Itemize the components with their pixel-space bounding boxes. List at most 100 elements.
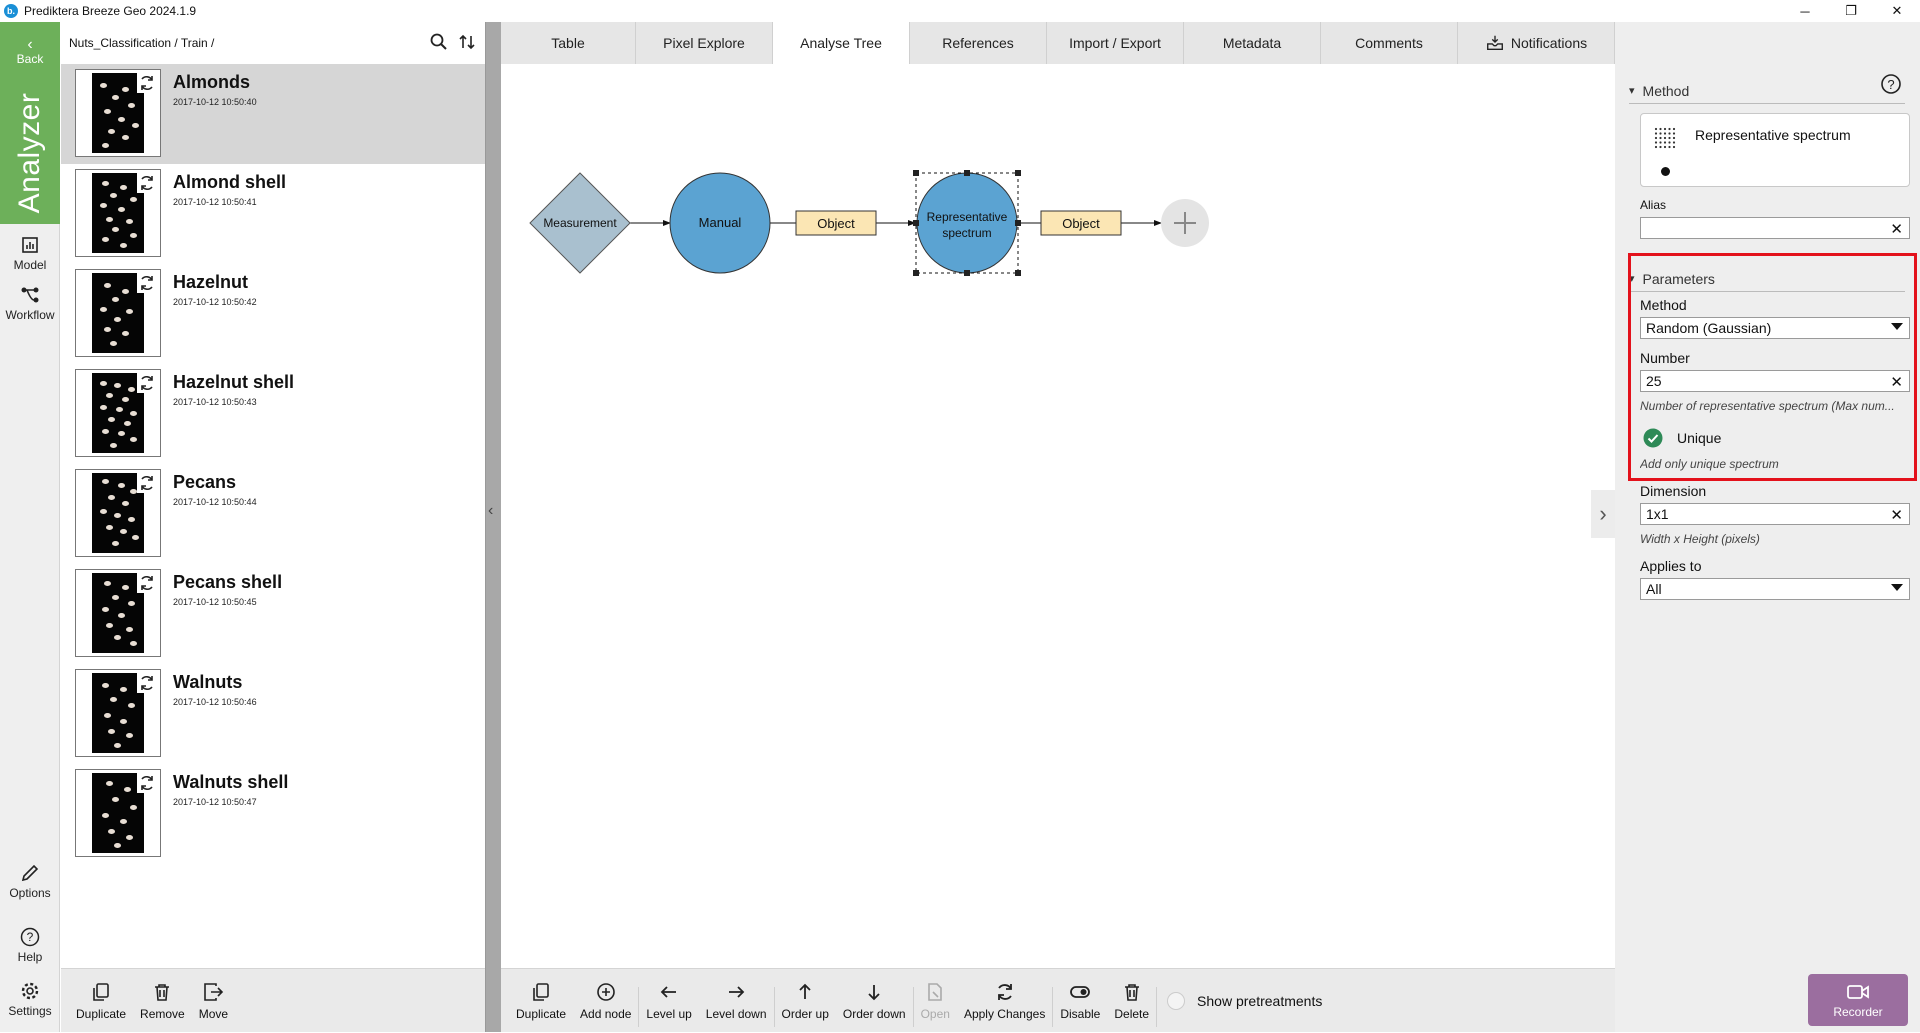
gear-icon [21, 982, 39, 1000]
recorder-button[interactable]: Recorder [1808, 974, 1908, 1026]
clear-icon[interactable]: ✕ [1890, 220, 1903, 238]
tab-label: Metadata [1222, 35, 1282, 51]
collapse-right-icon[interactable]: › [1591, 490, 1615, 538]
analyzer-tab[interactable]: Analyzer [0, 82, 60, 224]
back-label: Back [16, 52, 44, 66]
tree-toolbar: Duplicate Add node Level up Level down O… [501, 968, 1615, 1032]
rail-item-settings[interactable]: Settings [0, 980, 60, 1018]
rail-item-model[interactable]: Model [0, 234, 60, 272]
help-icon[interactable]: ? [1880, 73, 1902, 95]
order-down-button[interactable]: Order down [836, 969, 913, 1033]
sample-name: Pecans shell [173, 572, 283, 592]
method-section-header[interactable]: ▾ Method [1629, 78, 1905, 104]
sync-icon [137, 73, 157, 93]
open-button[interactable]: Open [914, 969, 957, 1033]
resize-handle[interactable] [1015, 220, 1021, 226]
resize-handle[interactable] [1015, 270, 1021, 276]
tab-table[interactable]: Table [501, 22, 636, 64]
tab-label: Notifications [1510, 35, 1588, 51]
object-node[interactable]: Object [1040, 210, 1122, 236]
delete-button[interactable]: Delete [1107, 969, 1156, 1033]
level-up-button[interactable]: Level up [639, 969, 698, 1033]
apply-changes-button[interactable]: Apply Changes [957, 969, 1052, 1033]
sample-duplicate-button[interactable]: Duplicate [69, 969, 133, 1033]
resize-handle[interactable] [1015, 170, 1021, 176]
duplicate-icon [93, 983, 109, 1001]
alias-label: Alias [1640, 198, 1667, 212]
open-file-icon [928, 982, 943, 1001]
resize-handle[interactable] [913, 270, 919, 276]
title-bar: b. Prediktera Breeze Geo 2024.1.9 ─ ❐ ✕ [0, 0, 1920, 22]
disable-button[interactable]: Disable [1053, 969, 1107, 1033]
rail-item-workflow[interactable]: Workflow [0, 284, 60, 322]
dimension-input[interactable]: 1x1 ✕ [1640, 503, 1910, 525]
rail-item-help[interactable]: ? Help [0, 926, 60, 964]
search-icon[interactable] [429, 32, 449, 52]
measurement-node[interactable]: Measurement [529, 172, 631, 274]
sample-list-item[interactable]: Hazelnut 2017-10-12 10:50:42 [61, 264, 485, 364]
sample-list-item[interactable]: Almonds 2017-10-12 10:50:40 [61, 64, 485, 164]
tab-comments[interactable]: Comments [1321, 22, 1458, 64]
tab-references[interactable]: References [910, 22, 1047, 64]
resize-handle[interactable] [913, 170, 919, 176]
sample-timestamp: 2017-10-12 10:50:41 [173, 197, 257, 207]
minimize-button[interactable]: ─ [1782, 0, 1828, 22]
back-button[interactable]: ‹ Back [0, 22, 60, 82]
sample-list-item[interactable]: Pecans shell 2017-10-12 10:50:45 [61, 564, 485, 664]
analyse-tree-canvas[interactable]: Measurement Manual Object Representative… [501, 64, 1615, 968]
clear-icon[interactable]: ✕ [1890, 506, 1903, 524]
sync-icon [997, 983, 1012, 1000]
level-down-button[interactable]: Level down [699, 969, 774, 1033]
dots-grid-icon [1654, 127, 1676, 149]
sample-remove-button[interactable]: Remove [133, 969, 192, 1033]
sample-timestamp: 2017-10-12 10:50:45 [173, 597, 257, 607]
panel-splitter[interactable]: ‹ [485, 22, 501, 1032]
close-window-button[interactable]: ✕ [1874, 0, 1920, 22]
sample-timestamp: 2017-10-12 10:50:44 [173, 497, 257, 507]
tab-import-export[interactable]: Import / Export [1047, 22, 1184, 64]
sample-name: Pecans [173, 472, 237, 492]
collapse-left-icon[interactable]: ‹ [488, 502, 493, 520]
sample-move-button[interactable]: Move [192, 969, 235, 1033]
resize-handle[interactable] [964, 270, 970, 276]
applies-to-select[interactable]: All [1640, 578, 1910, 600]
move-icon [204, 983, 224, 1001]
sample-thumbnail [75, 369, 161, 457]
method-card-title: Representative spectrum [1695, 127, 1851, 143]
breadcrumb[interactable]: Nuts_Classification / Train / [69, 36, 214, 50]
apply-changes-label: Apply Changes [963, 1006, 1046, 1021]
trash-icon [1124, 983, 1139, 1001]
tab-notifications[interactable]: Notifications [1458, 22, 1615, 64]
dropdown-arrow-icon [1891, 584, 1903, 591]
sample-name: Hazelnut shell [173, 372, 295, 392]
add-node-button[interactable] [1161, 199, 1209, 247]
level-up-label: Level up [646, 1006, 692, 1021]
sample-list-item[interactable]: Almond shell 2017-10-12 10:50:41 [61, 164, 485, 264]
tab-pixel-explore[interactable]: Pixel Explore [636, 22, 773, 64]
sort-icon[interactable] [457, 32, 477, 52]
sample-list-item[interactable]: Walnuts shell 2017-10-12 10:50:47 [61, 764, 485, 864]
alias-input[interactable]: ✕ [1640, 217, 1910, 239]
sample-list-item[interactable]: Hazelnut shell 2017-10-12 10:50:43 [61, 364, 485, 464]
arrow-right-icon [729, 985, 745, 998]
sample-list-item[interactable]: Pecans 2017-10-12 10:50:44 [61, 464, 485, 564]
show-pretreatments-radio[interactable] [1167, 991, 1186, 1010]
rail-item-options[interactable]: Options [0, 862, 60, 900]
duplicate-node-button[interactable]: Duplicate [509, 969, 573, 1033]
add-node-toolbar-button[interactable]: Add node [573, 969, 638, 1033]
object-node[interactable]: Object [795, 210, 877, 236]
show-pretreatments-toggle[interactable]: Show pretreatments [1167, 991, 1322, 1010]
sample-list-item[interactable]: Walnuts 2017-10-12 10:50:46 [61, 664, 485, 764]
workflow-icon [21, 287, 39, 303]
tab-analyse-tree[interactable]: Analyse Tree [773, 22, 910, 64]
tab-metadata[interactable]: Metadata [1184, 22, 1321, 64]
manual-node[interactable]: Manual [669, 172, 771, 274]
representative-spectrum-node[interactable]: Representative spectrum [913, 170, 1021, 276]
order-up-button[interactable]: Order up [775, 969, 836, 1033]
sample-thumbnail [75, 469, 161, 557]
resize-handle[interactable] [964, 170, 970, 176]
maximize-button[interactable]: ❐ [1828, 0, 1874, 22]
method-card[interactable]: Representative spectrum [1640, 113, 1910, 187]
rail-workflow-label: Workflow [5, 308, 55, 322]
resize-handle[interactable] [913, 220, 919, 226]
